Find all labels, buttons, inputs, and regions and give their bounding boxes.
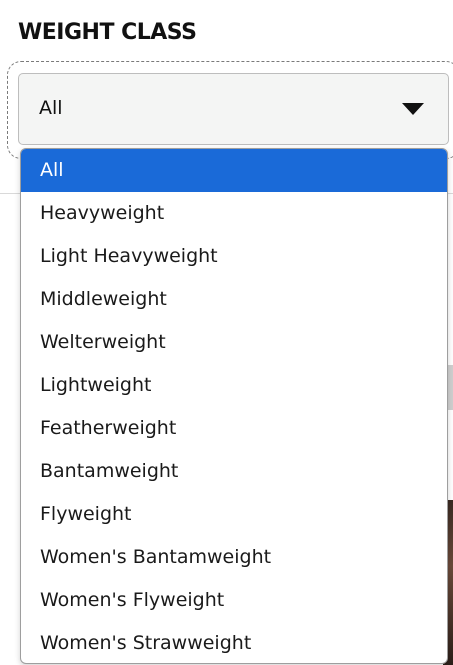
page: WEIGHT CLASS All All Heavyweight Light H…: [0, 0, 453, 665]
weight-class-label: WEIGHT CLASS: [18, 20, 197, 45]
option-light-heavyweight[interactable]: Light Heavyweight: [21, 235, 447, 278]
option-womens-strawweight[interactable]: Women's Strawweight: [21, 622, 447, 663]
option-all[interactable]: All: [21, 149, 447, 192]
option-welterweight[interactable]: Welterweight: [21, 321, 447, 364]
option-heavyweight[interactable]: Heavyweight: [21, 192, 447, 235]
option-featherweight[interactable]: Featherweight: [21, 407, 447, 450]
option-middleweight[interactable]: Middleweight: [21, 278, 447, 321]
weight-class-select[interactable]: All: [18, 73, 449, 145]
option-womens-bantamweight[interactable]: Women's Bantamweight: [21, 536, 447, 579]
caret-down-icon[interactable]: [402, 103, 424, 115]
option-lightweight[interactable]: Lightweight: [21, 364, 447, 407]
select-current-value: All: [39, 97, 63, 119]
option-womens-flyweight[interactable]: Women's Flyweight: [21, 579, 447, 622]
option-bantamweight[interactable]: Bantamweight: [21, 450, 447, 493]
option-flyweight[interactable]: Flyweight: [21, 493, 447, 536]
weight-class-options-list[interactable]: All Heavyweight Light Heavyweight Middle…: [20, 148, 448, 664]
